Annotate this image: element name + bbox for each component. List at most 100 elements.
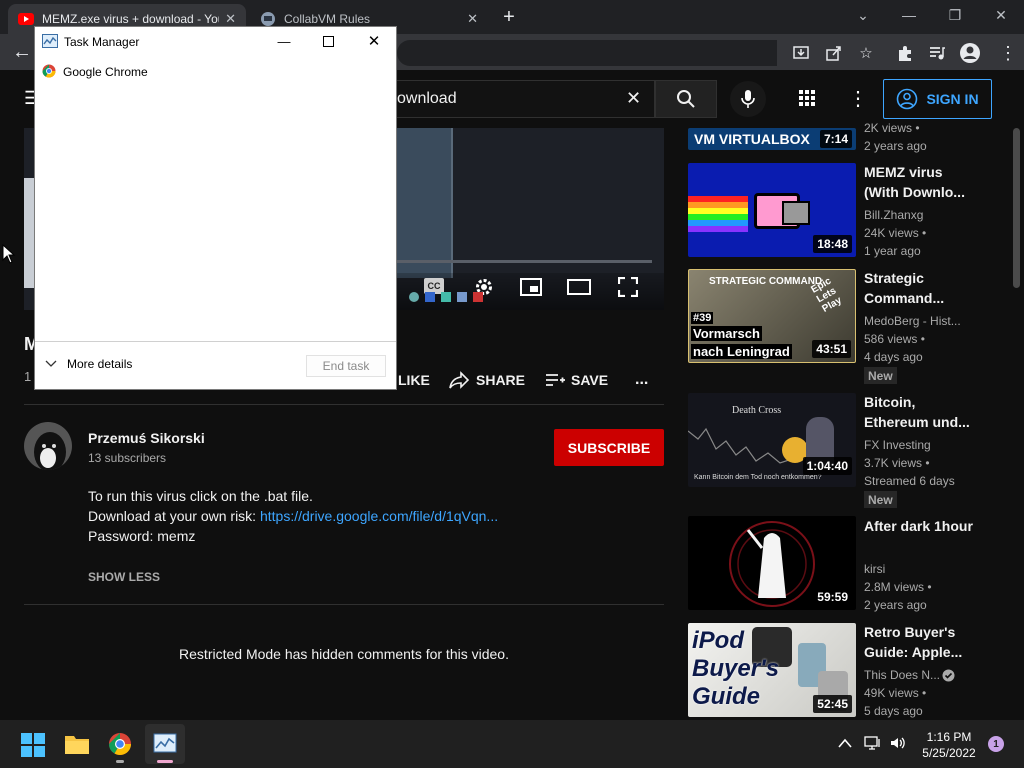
channel-name[interactable]: kirsi <box>864 560 974 578</box>
extensions-puzzle-icon[interactable] <box>896 44 914 62</box>
chrome-taskbar-icon[interactable] <box>108 732 132 756</box>
microphone-icon <box>741 90 755 108</box>
search-input[interactable]: ownload <box>397 80 655 118</box>
like-label: LIKE <box>398 372 430 388</box>
collabvm-favicon-icon <box>261 12 275 26</box>
fullscreen-icon[interactable] <box>618 277 638 297</box>
settings-dots-icon[interactable]: ⋮ <box>848 86 868 111</box>
channel-name[interactable]: Przemuś Sikorski <box>88 430 205 446</box>
ghost-figure-graphic <box>729 521 815 607</box>
process-name: Google Chrome <box>63 65 148 79</box>
search-button[interactable] <box>655 80 717 118</box>
new-badge: New <box>864 367 897 384</box>
media-control-icon[interactable] <box>928 44 946 62</box>
more-details-button[interactable]: More details <box>45 357 132 371</box>
thumbnail-text: iPod Buyer's Guide <box>692 627 779 711</box>
video-title[interactable]: Retro Buyer's Guide: Apple... <box>864 622 974 662</box>
volume-icon[interactable] <box>889 735 907 751</box>
task-manager-taskbar-icon <box>153 733 177 753</box>
share-page-icon[interactable] <box>825 44 843 62</box>
file-explorer-icon[interactable] <box>64 733 90 755</box>
chevron-up-icon[interactable] <box>838 738 852 748</box>
video-title[interactable]: MEMZ virus (With Downlo... <box>864 162 974 202</box>
system-clock[interactable]: 1:16 PM 5/25/2022 <box>910 729 988 761</box>
address-bar[interactable] <box>397 40 777 66</box>
close-icon[interactable]: ✕ <box>361 29 387 53</box>
like-button[interactable]: LIKE <box>398 370 430 390</box>
page-scrollbar[interactable] <box>1013 128 1020 288</box>
video-progress-bar[interactable] <box>397 260 652 263</box>
channel-name[interactable]: MedoBerg - Hist... <box>864 312 974 330</box>
chevron-down-icon <box>45 360 57 367</box>
minimize-icon[interactable]: — <box>271 29 297 53</box>
save-label: SAVE <box>571 372 609 388</box>
video-frame-window <box>397 128 453 278</box>
new-tab-button[interactable]: + <box>500 6 518 28</box>
channel-avatar[interactable] <box>24 422 72 470</box>
voice-search-button[interactable] <box>730 81 766 117</box>
share-button[interactable]: SHARE <box>448 370 525 390</box>
clear-search-icon[interactable]: ✕ <box>626 88 641 109</box>
verified-check-icon <box>942 669 955 682</box>
video-age: 2 years ago <box>864 598 927 612</box>
channel-name[interactable]: This Does N... <box>864 666 944 684</box>
video-views: 3.7K views • <box>864 456 930 470</box>
window-title: Task Manager <box>64 35 140 49</box>
maximize-icon[interactable] <box>315 29 341 53</box>
video-thumbnail[interactable]: 59:59 <box>688 516 856 610</box>
tab-close-icon[interactable]: ✕ <box>225 11 236 27</box>
search-value: ownload <box>397 90 457 107</box>
thumbnail-text: VM VIRTUALBOX <box>694 131 810 147</box>
show-less-button[interactable]: SHOW LESS <box>88 570 160 584</box>
video-description: To run this virus click on the .bat file… <box>88 486 648 546</box>
video-title[interactable]: Bitcoin, Ethereum und... <box>864 392 974 432</box>
video-title[interactable]: Strategic Command... <box>864 268 974 308</box>
profile-avatar-icon[interactable] <box>959 42 981 64</box>
minimize-icon[interactable]: — <box>886 0 932 30</box>
download-link[interactable]: https://drive.google.com/file/d/1qVqn... <box>260 508 498 524</box>
youtube-favicon-icon <box>18 13 34 25</box>
video-title[interactable]: After dark 1hour <box>864 516 974 536</box>
channel-name[interactable]: FX Investing <box>864 436 974 454</box>
bookmark-star-icon[interactable]: ☆ <box>856 43 876 63</box>
video-duration: 52:45 <box>813 695 852 713</box>
more-actions-button[interactable]: ... <box>635 370 648 390</box>
theater-mode-icon[interactable] <box>567 279 591 295</box>
video-age: 2 years ago <box>864 139 927 153</box>
video-thumbnail[interactable]: iPod Buyer's Guide 52:45 <box>688 623 856 717</box>
back-arrow-icon[interactable]: ← <box>12 41 32 63</box>
apps-grid-icon[interactable] <box>798 89 816 107</box>
task-manager-taskbar-button[interactable] <box>145 724 185 764</box>
tab-search-chevron-icon[interactable]: ⌄ <box>840 0 886 30</box>
video-age: 4 days ago <box>864 350 923 364</box>
nyan-head <box>782 201 810 225</box>
save-button[interactable]: SAVE <box>545 370 608 390</box>
video-thumbnail[interactable]: Death Cross Kann Bitcoin dem Tod noch en… <box>688 393 856 487</box>
tab-close-icon[interactable]: ✕ <box>467 11 478 27</box>
video-thumbnail[interactable]: 18:48 <box>688 163 856 257</box>
notification-badge[interactable]: 1 <box>988 736 1004 752</box>
video-views: 586 views • <box>864 332 925 346</box>
task-manager-window[interactable]: Task Manager — ✕ Google Chrome More deta… <box>34 26 397 390</box>
thumbnail-text: #39 <box>691 312 714 324</box>
video-thumbnail[interactable]: VM VIRTUALBOX 7:14 <box>688 128 856 150</box>
video-taskbar-icons <box>409 292 529 306</box>
channel-name[interactable]: Bill.Zhanxg <box>864 206 974 224</box>
divider <box>24 604 664 605</box>
close-window-icon[interactable]: ✕ <box>978 0 1024 30</box>
sign-in-button[interactable]: SIGN IN <box>883 79 992 119</box>
process-row-chrome[interactable]: Google Chrome <box>35 61 396 83</box>
end-task-button[interactable]: End task <box>306 355 386 377</box>
chrome-menu-icon[interactable]: ⋮ <box>998 43 1018 63</box>
network-icon[interactable] <box>864 735 882 751</box>
price-chart-graphic <box>688 427 798 464</box>
install-app-icon[interactable] <box>792 44 810 62</box>
description-line: Password: memz <box>88 528 196 544</box>
restore-icon[interactable]: ❐ <box>932 0 978 30</box>
video-duration: 7:14 <box>819 130 852 148</box>
video-thumbnail[interactable]: STRATEGIC COMMAND Epic Lets Play #39 Vor… <box>688 269 856 363</box>
chrome-icon <box>42 64 56 78</box>
thumbnail-text: Kann Bitcoin dem Tod noch entkommen? <box>694 474 822 481</box>
subscribe-button[interactable]: SUBSCRIBE <box>554 429 664 466</box>
start-windows-icon[interactable] <box>21 733 45 757</box>
